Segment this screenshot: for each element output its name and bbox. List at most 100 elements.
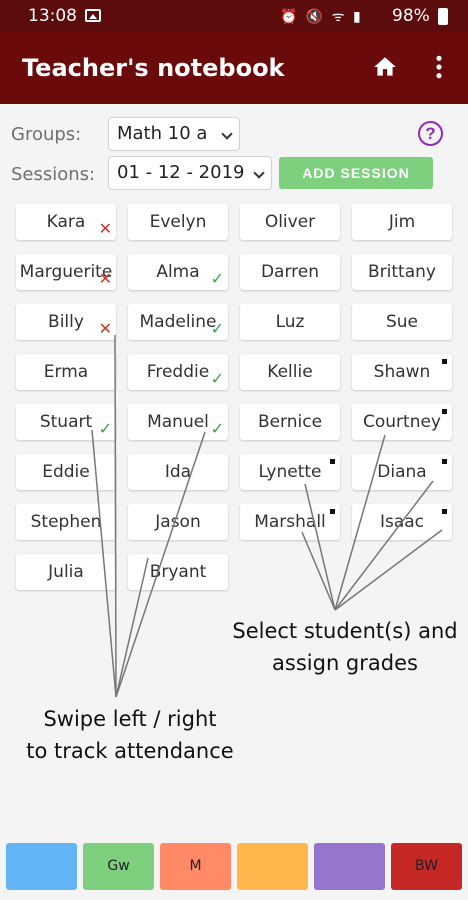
grade-button[interactable]: M (160, 843, 231, 890)
present-check-icon: ✓ (210, 369, 224, 388)
student-card[interactable]: Freddie ✓ (128, 354, 228, 390)
grades-annotation: Select student(s) and assign grades (222, 615, 468, 679)
student-name: Jim (388, 212, 416, 232)
help-icon[interactable]: ? (418, 121, 443, 146)
selected-indicator-icon (330, 459, 335, 464)
student-card[interactable]: Oliver (240, 204, 340, 240)
chevron-down-icon (221, 128, 233, 140)
student-name: Evelyn (149, 212, 207, 232)
student-card[interactable]: Evelyn (128, 204, 228, 240)
student-name: Billy (48, 312, 84, 332)
absent-x-icon: ✕ (98, 269, 112, 288)
student-card[interactable]: Eddie (16, 454, 116, 490)
student-name: Darren (260, 262, 320, 282)
student-name: Manuel (147, 412, 209, 432)
absent-x-icon: ✕ (98, 319, 112, 338)
student-card[interactable]: Jason (128, 504, 228, 540)
selected-indicator-icon (442, 509, 447, 514)
grade-pointer-line (304, 483, 336, 611)
student-name: Bernice (257, 412, 323, 432)
session-dropdown-value: 01 - 12 - 2019 (117, 162, 245, 183)
student-card[interactable]: Kellie (240, 354, 340, 390)
student-card[interactable]: Luz (240, 304, 340, 340)
absent-x-icon: ✕ (98, 219, 112, 238)
grade-pointer-line (334, 529, 443, 611)
student-name: Diana (377, 462, 427, 482)
student-name: Isaac (379, 512, 425, 532)
group-dropdown-value: Math 10 a (117, 123, 208, 144)
student-card[interactable]: Sue (352, 304, 452, 340)
student-card[interactable]: Stuart ✓ (16, 404, 116, 440)
student-name: Sue (385, 312, 419, 332)
student-card[interactable]: Shawn (352, 354, 452, 390)
student-name: Courtney (363, 412, 441, 432)
student-name: Alma (156, 262, 200, 282)
grade-button[interactable] (237, 843, 308, 890)
student-name: Stephen (30, 512, 102, 532)
image-notification-icon (85, 9, 101, 22)
student-card[interactable]: Bernice (240, 404, 340, 440)
present-check-icon: ✓ (98, 419, 112, 438)
screen: 13:08 ⏰ 🔇 ᯤ ▮ 98% Teacher's notebook Gro… (0, 0, 468, 900)
status-icons: ⏰ 🔇 ᯤ ▮ (280, 9, 363, 25)
student-card[interactable]: Isaac (352, 504, 452, 540)
app-title: Teacher's notebook (22, 54, 285, 82)
student-card[interactable]: Kara ✕ (16, 204, 116, 240)
student-card[interactable]: Madeline ✓ (128, 304, 228, 340)
student-card[interactable]: Julia (16, 554, 116, 590)
student-card[interactable]: Lynette (240, 454, 340, 490)
student-card[interactable]: Stephen (16, 504, 116, 540)
student-name: Eddie (42, 462, 90, 482)
swipe-annotation-line2: to track attendance (26, 739, 234, 763)
student-card[interactable]: Marguerite ✕ (16, 254, 116, 290)
add-session-button[interactable]: ADD SESSION (279, 157, 433, 189)
student-name: Julia (48, 562, 84, 582)
student-name: Luz (275, 312, 305, 332)
student-card[interactable]: Bryant (128, 554, 228, 590)
status-time: 13:08 (28, 6, 77, 26)
chevron-down-icon (253, 167, 265, 179)
student-card[interactable]: Darren (240, 254, 340, 290)
present-check-icon: ✓ (210, 319, 224, 338)
student-card[interactable]: Courtney (352, 404, 452, 440)
grade-button[interactable] (6, 843, 77, 890)
student-name: Oliver (264, 212, 316, 232)
student-name: Ida (164, 462, 192, 482)
more-vert-icon[interactable] (432, 54, 446, 80)
student-name: Marshall (254, 512, 326, 532)
selected-indicator-icon (442, 359, 447, 364)
selected-indicator-icon (442, 459, 447, 464)
student-card[interactable]: Manuel ✓ (128, 404, 228, 440)
session-dropdown[interactable]: 01 - 12 - 2019 (108, 156, 272, 190)
student-card[interactable]: Jim (352, 204, 452, 240)
grade-button[interactable]: BW (391, 843, 462, 890)
present-check-icon: ✓ (210, 269, 224, 288)
sessions-label: Sessions: (11, 164, 96, 185)
student-card[interactable]: Billy ✕ (16, 304, 116, 340)
app-bar: Teacher's notebook (0, 32, 468, 104)
swipe-annotation-line1: Swipe left / right (43, 707, 217, 731)
student-card[interactable]: Alma ✓ (128, 254, 228, 290)
selected-indicator-icon (330, 509, 335, 514)
student-card[interactable]: Marshall (240, 504, 340, 540)
grade-button[interactable]: Gw (83, 843, 154, 890)
swipe-annotation: Swipe left / right to track attendance (0, 703, 260, 767)
student-name: Erma (43, 362, 89, 382)
group-dropdown[interactable]: Math 10 a (108, 117, 240, 151)
grade-pointer-line (301, 531, 336, 611)
student-card[interactable]: Erma (16, 354, 116, 390)
student-card[interactable]: Diana (352, 454, 452, 490)
student-card[interactable]: Brittany (352, 254, 452, 290)
student-name: Kara (46, 212, 86, 232)
student-card[interactable]: Ida (128, 454, 228, 490)
student-name: Brittany (368, 262, 436, 282)
home-icon[interactable] (372, 54, 398, 80)
status-bar: 13:08 ⏰ 🔇 ᯤ ▮ 98% (0, 0, 468, 32)
grade-button[interactable] (314, 843, 385, 890)
battery-icon (438, 8, 448, 25)
selected-indicator-icon (442, 409, 447, 414)
grade-pointer-line (334, 480, 434, 611)
groups-label: Groups: (11, 124, 82, 145)
student-name: Bryant (149, 562, 207, 582)
student-name: Lynette (258, 462, 322, 482)
